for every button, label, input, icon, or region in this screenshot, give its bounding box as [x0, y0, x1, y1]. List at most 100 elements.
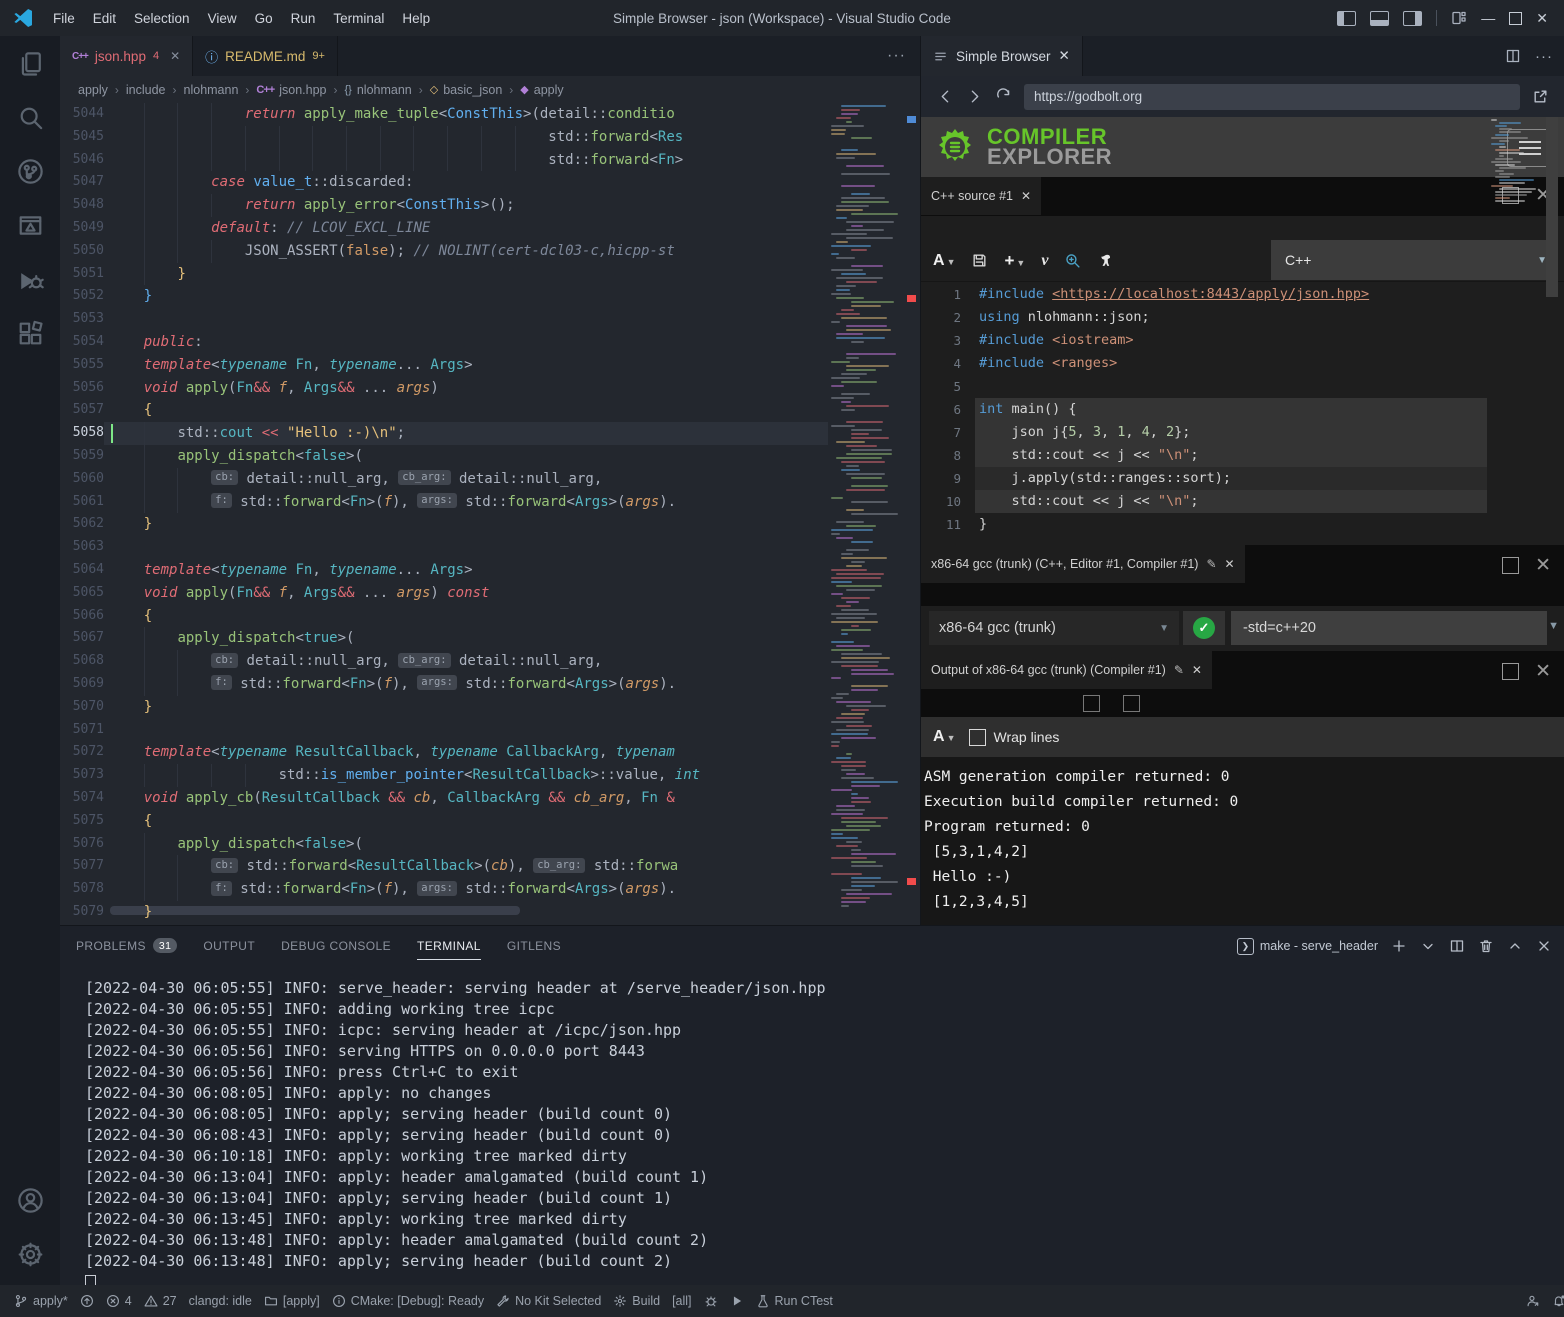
notifications-bell[interactable] [1546, 1294, 1564, 1308]
kill-terminal-trash-icon[interactable] [1478, 938, 1494, 954]
add-pane-button[interactable]: +▼ [1004, 251, 1025, 271]
kit-selector[interactable]: No Kit Selected [490, 1294, 607, 1308]
close-icon[interactable]: ✕ [1225, 557, 1235, 571]
ce-source-editor[interactable]: 1#include <https://localhost:8443/apply/… [921, 283, 1564, 545]
tab-json-hpp[interactable]: C++json.hpp4✕ [60, 36, 193, 76]
breadcrumb-item-json.hpp[interactable]: C++json.hpp [256, 83, 326, 97]
warning-count[interactable]: 27 [138, 1294, 183, 1308]
font-size-button[interactable]: A▼ [933, 252, 955, 270]
tab-simple-browser[interactable]: Simple Browser ✕ [921, 36, 1083, 76]
menu-item-selection[interactable]: Selection [125, 11, 199, 26]
quick-bench-bird-icon[interactable] [1097, 252, 1114, 269]
new-terminal-plus-icon[interactable] [1391, 938, 1407, 954]
launch-button[interactable] [724, 1294, 750, 1308]
split-terminal-icon[interactable] [1449, 938, 1465, 954]
ce-output-tab[interactable]: Output of x86-64 gcc (trunk) (Compiler #… [921, 651, 1212, 689]
build-button[interactable]: Build [607, 1294, 666, 1308]
close-panel-icon[interactable] [1536, 938, 1552, 954]
split-editor-icon[interactable] [1505, 48, 1521, 64]
breadcrumb-item-apply[interactable]: apply [78, 83, 108, 97]
activity-search-icon[interactable] [0, 90, 60, 144]
maximize-button[interactable] [1509, 12, 1522, 25]
run-ctest-button[interactable]: Run CTest [750, 1294, 839, 1308]
forward-icon[interactable] [966, 88, 983, 105]
close-icon[interactable]: ✕ [170, 49, 180, 63]
maximize-pane-icon[interactable] [1502, 663, 1519, 680]
menu-item-terminal[interactable]: Terminal [324, 11, 393, 26]
maximize-pane-icon[interactable] [1502, 557, 1519, 574]
editor-actions-more-icon[interactable]: ··· [887, 36, 906, 76]
tab-readme-md[interactable]: ⓘREADME.md9+ [193, 36, 338, 76]
toggle-secondary-sidebar-icon[interactable] [1403, 11, 1422, 26]
activity-source-control-icon[interactable] [0, 144, 60, 198]
feedback-icon[interactable] [1520, 1294, 1546, 1308]
ce-editor-scrollbar[interactable] [1546, 117, 1558, 297]
error-count[interactable]: 4 [100, 1294, 138, 1308]
save-icon[interactable] [971, 252, 988, 269]
compiler-options-input[interactable]: -std=c++20 [1231, 611, 1547, 645]
reload-icon[interactable] [995, 88, 1012, 105]
breadcrumb-item-basic_json[interactable]: ◇basic_json [430, 83, 503, 97]
breadcrumb-item-nlohmann[interactable]: {}nlohmann [344, 83, 411, 97]
menu-item-edit[interactable]: Edit [84, 11, 125, 26]
minimap[interactable] [828, 103, 905, 915]
publish-changes[interactable] [74, 1294, 100, 1308]
customize-layout-icon[interactable] [1451, 10, 1467, 26]
close-icon[interactable]: ✕ [1192, 663, 1202, 677]
url-input[interactable]: https://godbolt.org [1024, 84, 1520, 110]
debug-button[interactable] [698, 1294, 724, 1308]
more-actions-icon[interactable]: ··· [1535, 48, 1553, 65]
cmake-status[interactable]: CMake: [Debug]: Ready [326, 1294, 490, 1308]
horizontal-scrollbar[interactable] [110, 906, 520, 915]
activity-files-icon[interactable] [0, 36, 60, 90]
menu-item-file[interactable]: File [44, 11, 84, 26]
rename-pencil-icon[interactable]: ✎ [1206, 557, 1216, 571]
open-external-icon[interactable] [1532, 88, 1549, 105]
panel-tab-terminal[interactable]: TERMINAL [417, 933, 481, 960]
compiler-explorer-logo-icon[interactable] [931, 123, 979, 171]
build-target[interactable]: [all] [666, 1294, 697, 1308]
activity-extensions-icon[interactable] [0, 306, 60, 360]
font-size-button[interactable]: A▼ [933, 728, 955, 746]
menu-item-view[interactable]: View [199, 11, 246, 26]
code-editor[interactable]: 5044 return apply_make_tuple<ConstThis>(… [60, 103, 828, 925]
terminal-instance-select[interactable]: ❯ make - serve_header [1237, 938, 1378, 955]
ce-minimap[interactable] [1489, 117, 1541, 267]
close-icon[interactable]: ✕ [1021, 189, 1031, 203]
rename-pencil-icon[interactable]: ✎ [1174, 663, 1184, 677]
close-window-button[interactable]: ✕ [1536, 10, 1548, 27]
panel-tab-debug-console[interactable]: DEBUG CONSOLE [281, 933, 391, 960]
close-pane-icon[interactable]: ✕ [1535, 664, 1551, 679]
menu-item-help[interactable]: Help [393, 11, 439, 26]
panel-tab-problems[interactable]: PROBLEMS31 [76, 933, 177, 960]
menu-item-run[interactable]: Run [282, 11, 325, 26]
menu-item-go[interactable]: Go [246, 11, 282, 26]
activity-account-icon[interactable] [0, 1173, 60, 1227]
vim-mode-icon[interactable]: v [1041, 252, 1048, 270]
close-pane-icon[interactable]: ✕ [1535, 558, 1551, 573]
chevron-down-icon[interactable]: ▼ [1548, 620, 1559, 632]
activity-settings-gear-icon[interactable] [0, 1227, 60, 1281]
compiler-select[interactable]: x86-64 gcc (trunk) ▼ [929, 611, 1179, 645]
chevron-down-icon[interactable] [1420, 938, 1436, 954]
active-folder[interactable]: [apply] [258, 1294, 326, 1308]
breadcrumb-item-include[interactable]: include [126, 83, 166, 97]
back-icon[interactable] [937, 88, 954, 105]
git-branch-status[interactable]: apply* [8, 1294, 74, 1308]
toggle-sidebar-icon[interactable] [1337, 11, 1356, 26]
breadcrumb-item-apply[interactable]: ◆apply [520, 83, 563, 97]
ce-source-tab[interactable]: C++ source #1 ✕ [921, 177, 1041, 215]
zoom-search-icon[interactable] [1064, 252, 1081, 269]
toggle-panel-icon[interactable] [1370, 11, 1389, 26]
close-icon[interactable]: ✕ [1059, 48, 1070, 64]
activity-debug-icon[interactable] [0, 252, 60, 306]
clangd-status[interactable]: clangd: idle [183, 1294, 258, 1308]
panel-tab-output[interactable]: OUTPUT [203, 933, 255, 960]
ce-compiler-tab[interactable]: x86-64 gcc (trunk) (C++, Editor #1, Comp… [921, 545, 1245, 583]
terminal-output[interactable]: [2022-04-30 06:05:55] INFO: serve_header… [85, 978, 1554, 1286]
panel-tab-gitlens[interactable]: GITLENS [507, 933, 561, 960]
wrap-lines-toggle[interactable]: Wrap lines [969, 729, 1059, 746]
activity-cmake-icon[interactable] [0, 198, 60, 252]
maximize-panel-chevron-icon[interactable] [1507, 938, 1523, 954]
breadcrumb-item-nlohmann[interactable]: nlohmann [184, 83, 239, 97]
